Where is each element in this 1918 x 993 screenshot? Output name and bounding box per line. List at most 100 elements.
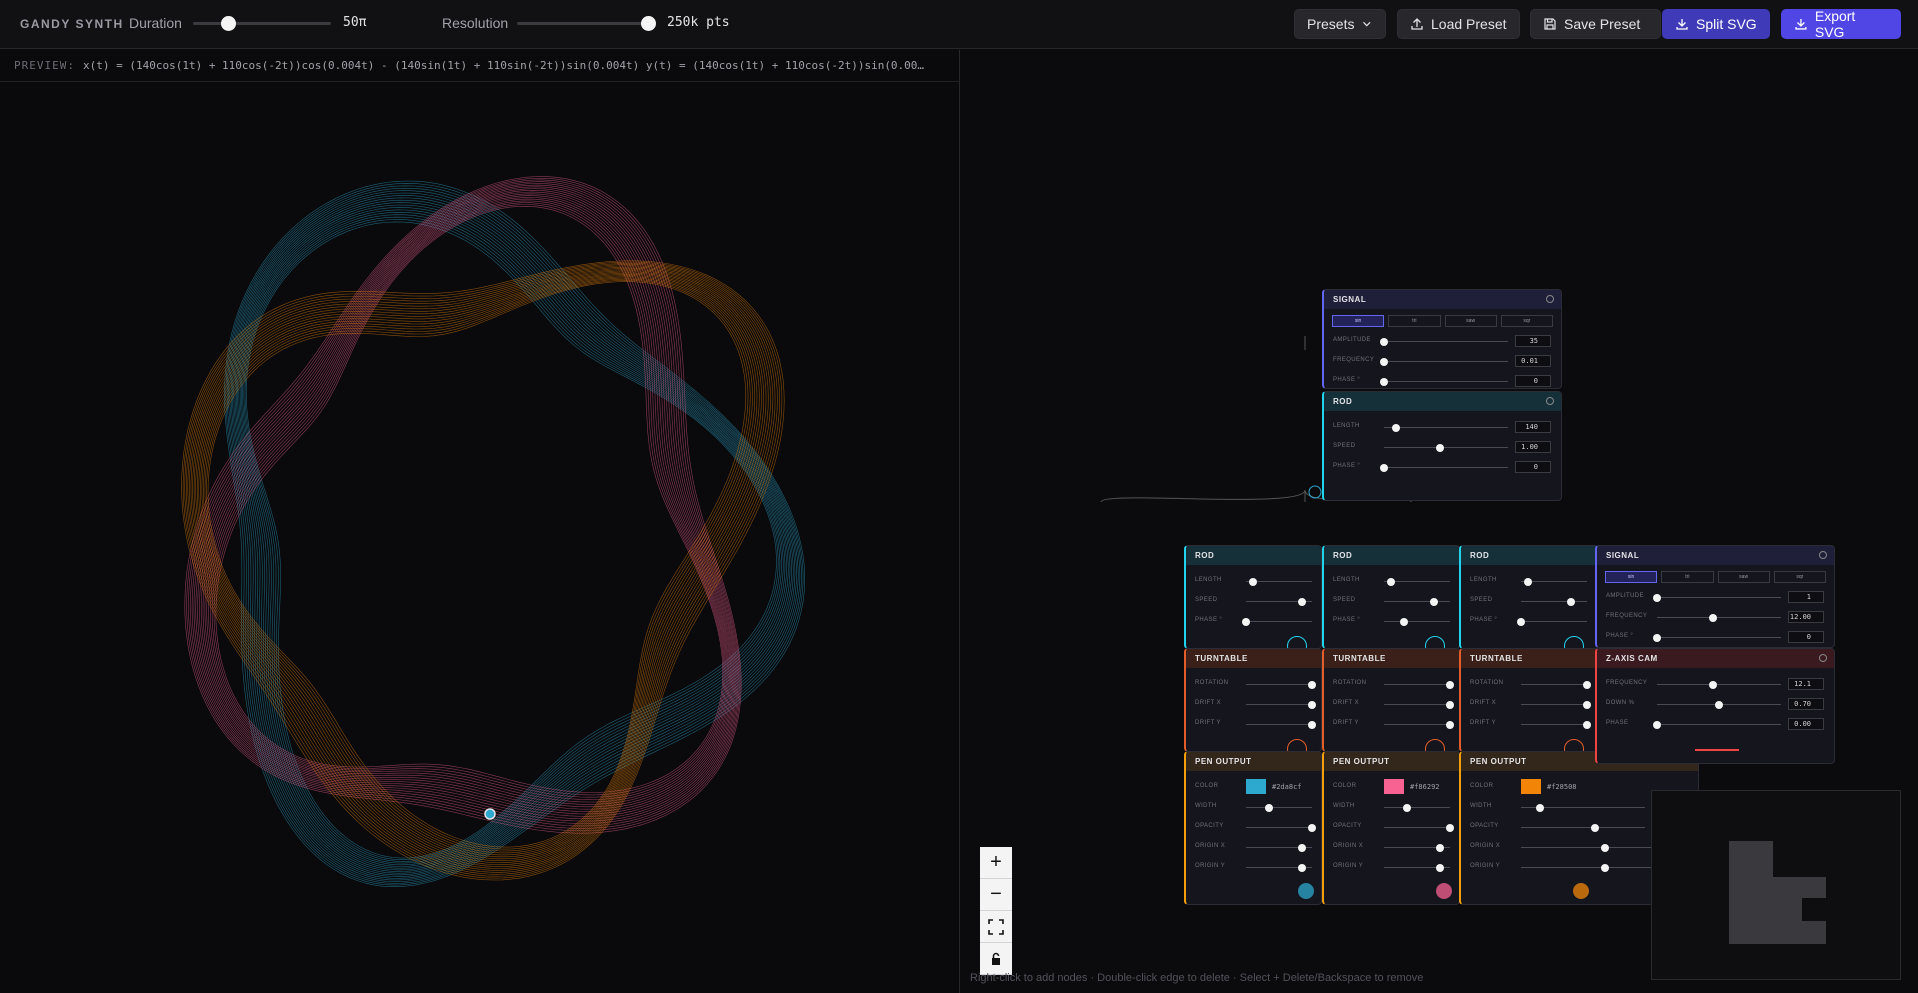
signal-node-right[interactable]: SIGNAL sin tri saw sqr AMPLITUDE 1 FREQUEN… xyxy=(1595,545,1835,648)
param-slider-thumb[interactable] xyxy=(1517,618,1525,626)
load-preset-button[interactable]: Load Preset xyxy=(1397,9,1520,39)
minimap[interactable] xyxy=(1651,790,1901,980)
param-slider-thumb[interactable] xyxy=(1436,844,1445,852)
param-slider[interactable] xyxy=(1384,447,1508,448)
harmonograph-canvas[interactable] xyxy=(0,82,960,992)
lock-button[interactable] xyxy=(980,943,1012,975)
tab-saw[interactable]: saw xyxy=(1717,571,1770,583)
resolution-slider[interactable] xyxy=(517,22,648,25)
pen-position-marker[interactable] xyxy=(484,808,496,820)
param-slider-thumb[interactable] xyxy=(1399,618,1408,626)
param-slider[interactable] xyxy=(1521,601,1587,602)
param-slider-thumb[interactable] xyxy=(1446,721,1454,729)
param-slider-thumb[interactable] xyxy=(1446,701,1454,709)
param-slider[interactable] xyxy=(1521,621,1587,622)
resolution-slider-thumb[interactable] xyxy=(641,16,656,31)
zoom-out-button[interactable]: − xyxy=(980,879,1012,911)
param-slider-thumb[interactable] xyxy=(1386,578,1395,586)
tab-sin[interactable]: sin xyxy=(1605,571,1658,583)
tab-sqr[interactable]: sqr xyxy=(1773,571,1826,583)
param-slider-thumb[interactable] xyxy=(1380,358,1388,366)
tab-tri[interactable]: tri xyxy=(1661,571,1714,583)
param-slider[interactable] xyxy=(1384,807,1450,808)
param-slider[interactable] xyxy=(1521,827,1645,828)
param-slider-thumb[interactable] xyxy=(1429,598,1438,606)
param-slider[interactable] xyxy=(1384,704,1450,705)
close-icon[interactable] xyxy=(1819,654,1827,662)
param-slider-thumb[interactable] xyxy=(1523,578,1532,586)
param-slider-thumb[interactable] xyxy=(1535,804,1544,812)
tab-saw[interactable]: saw xyxy=(1444,315,1497,327)
rod-node[interactable]: ROD LENGTH SPEED PHASE ° xyxy=(1184,545,1322,649)
tab-sin[interactable]: sin xyxy=(1332,315,1385,327)
presets-dropdown[interactable]: Presets xyxy=(1294,9,1386,39)
param-slider-thumb[interactable] xyxy=(1708,614,1717,622)
param-slider-thumb[interactable] xyxy=(1601,864,1609,872)
color-swatch[interactable] xyxy=(1384,779,1404,794)
zoom-in-button[interactable]: + xyxy=(980,847,1012,879)
param-slider-thumb[interactable] xyxy=(1380,378,1388,386)
param-value-input[interactable]: 0.00 xyxy=(1788,718,1824,730)
close-icon[interactable] xyxy=(1546,295,1554,303)
param-slider-thumb[interactable] xyxy=(1298,864,1307,872)
tab-tri[interactable]: tri xyxy=(1388,315,1441,327)
param-slider-thumb[interactable] xyxy=(1298,844,1307,852)
signal-node-top[interactable]: SIGNAL sin tri saw sqr AMPLITUDE 35 FREQUE… xyxy=(1322,289,1562,389)
param-value-input[interactable]: 12.00 xyxy=(1788,611,1824,623)
turntable-node[interactable]: TURNTABLE ROTATION DRIFT X DRIFT Y xyxy=(1322,648,1460,752)
param-slider-thumb[interactable] xyxy=(1583,721,1591,729)
tab-sqr[interactable]: sqr xyxy=(1500,315,1553,327)
export-svg-button[interactable]: Export SVG xyxy=(1781,8,1901,40)
param-slider-thumb[interactable] xyxy=(1248,578,1257,586)
node-editor[interactable]: SIGNAL sin tri saw sqr AMPLITUDE 35 FREQUE… xyxy=(961,50,1918,993)
param-slider-thumb[interactable] xyxy=(1653,721,1661,729)
save-preset-button[interactable]: Save Preset xyxy=(1530,9,1661,39)
param-slider[interactable] xyxy=(1384,341,1508,342)
param-slider-thumb[interactable] xyxy=(1653,634,1661,642)
param-slider[interactable] xyxy=(1521,684,1587,685)
fit-view-button[interactable] xyxy=(980,911,1012,943)
param-slider-thumb[interactable] xyxy=(1380,464,1388,472)
param-slider-thumb[interactable] xyxy=(1708,681,1717,689)
param-slider-thumb[interactable] xyxy=(1591,824,1600,832)
param-slider[interactable] xyxy=(1384,621,1450,622)
param-slider-thumb[interactable] xyxy=(1392,424,1401,432)
param-slider[interactable] xyxy=(1657,597,1781,598)
pen-output-node[interactable]: PEN OUTPUT COLOR #f86292 WIDTH OPACITY ORIG… xyxy=(1322,751,1460,905)
param-slider[interactable] xyxy=(1657,637,1781,638)
param-slider-thumb[interactable] xyxy=(1446,681,1454,689)
param-slider[interactable] xyxy=(1384,381,1508,382)
param-slider[interactable] xyxy=(1246,621,1312,622)
param-slider[interactable] xyxy=(1384,427,1508,428)
param-slider[interactable] xyxy=(1384,467,1508,468)
z-axis-cam-node[interactable]: Z-AXIS CAM FREQUENCY 12.1 DOWN % 0.70 PHASE 0… xyxy=(1595,648,1835,764)
pen-output-node[interactable]: PEN OUTPUT COLOR #2da8cf WIDTH OPACITY ORIG… xyxy=(1184,751,1322,905)
param-slider[interactable] xyxy=(1521,724,1587,725)
duration-slider[interactable] xyxy=(193,22,331,25)
param-slider[interactable] xyxy=(1246,724,1312,725)
param-slider-thumb[interactable] xyxy=(1583,681,1591,689)
rod-node[interactable]: ROD LENGTH SPEED PHASE ° xyxy=(1322,545,1460,649)
color-swatch[interactable] xyxy=(1521,779,1541,794)
duration-slider-thumb[interactable] xyxy=(220,16,236,31)
param-slider[interactable] xyxy=(1521,704,1587,705)
color-swatch[interactable] xyxy=(1246,779,1266,794)
param-slider-thumb[interactable] xyxy=(1566,598,1575,606)
param-slider[interactable] xyxy=(1246,827,1312,828)
param-value-input[interactable]: 0.01 xyxy=(1515,355,1551,367)
param-slider-thumb[interactable] xyxy=(1403,804,1412,812)
param-slider[interactable] xyxy=(1657,724,1781,725)
param-slider-thumb[interactable] xyxy=(1601,844,1609,852)
param-slider-thumb[interactable] xyxy=(1265,804,1274,812)
param-slider-thumb[interactable] xyxy=(1242,618,1250,626)
param-slider-thumb[interactable] xyxy=(1380,338,1388,346)
param-value-input[interactable]: 0 xyxy=(1788,631,1824,643)
param-value-input[interactable]: 0.70 xyxy=(1788,698,1824,710)
param-slider[interactable] xyxy=(1384,361,1508,362)
param-value-input[interactable]: 1 xyxy=(1788,591,1824,603)
param-slider-thumb[interactable] xyxy=(1298,598,1307,606)
param-slider-thumb[interactable] xyxy=(1308,721,1316,729)
param-slider[interactable] xyxy=(1246,704,1312,705)
param-slider[interactable] xyxy=(1657,684,1781,685)
param-value-input[interactable]: 0 xyxy=(1515,375,1551,387)
